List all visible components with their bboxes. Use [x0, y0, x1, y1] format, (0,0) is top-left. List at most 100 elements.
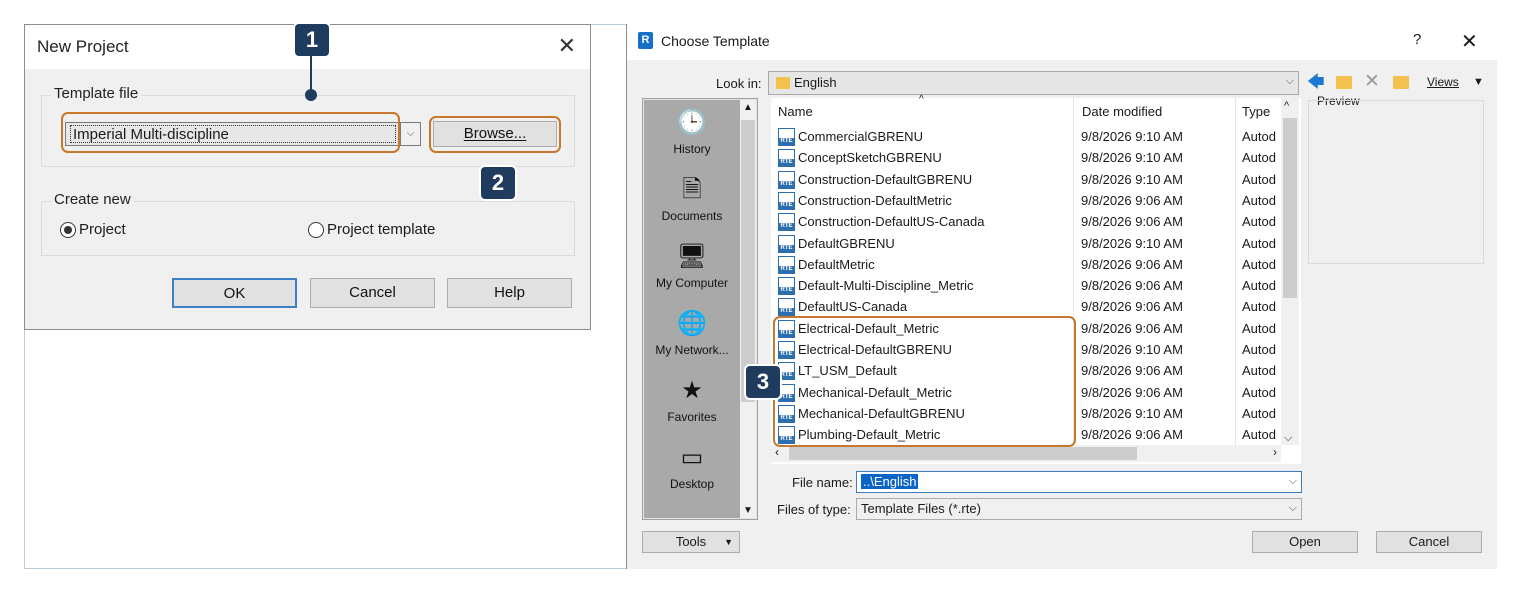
- scroll-right-icon[interactable]: ›: [1273, 445, 1277, 459]
- help-button[interactable]: Help: [447, 278, 572, 308]
- places-bar: 🕒 History 🗎 Documents 🖥 My Computer 🌐 My…: [642, 98, 758, 520]
- column-date[interactable]: Date modified: [1082, 104, 1162, 119]
- rte-file-icon: [778, 149, 795, 168]
- place-my-network[interactable]: 🌐 My Network...: [644, 309, 740, 357]
- file-name-input[interactable]: ..\English ⌵: [856, 471, 1302, 493]
- place-favorites[interactable]: ★ Favorites: [644, 376, 740, 424]
- file-date: 9/8/2026 9:06 AM: [1081, 363, 1183, 379]
- radio-project-template[interactable]: Project template: [308, 221, 435, 238]
- file-row[interactable]: DefaultGBRENU 9/8/2026 9:10 AM Autod: [771, 233, 1281, 254]
- file-row[interactable]: DefaultUS-Canada 9/8/2026 9:06 AM Autod: [771, 296, 1281, 317]
- history-icon: 🕒: [677, 109, 707, 136]
- scroll-up-icon[interactable]: ^: [1284, 100, 1289, 112]
- sort-ascending-icon: ^: [919, 94, 924, 105]
- radio-project[interactable]: Project: [60, 221, 126, 238]
- cancel-button[interactable]: Cancel: [1376, 531, 1482, 553]
- rte-file-icon: [778, 128, 795, 146]
- file-type: Autod: [1242, 256, 1276, 272]
- preview-box: [1308, 100, 1484, 264]
- place-desktop[interactable]: ▭ Desktop: [644, 443, 740, 491]
- open-button[interactable]: Open: [1252, 531, 1358, 553]
- file-type: Autod: [1242, 171, 1276, 187]
- cancel-button[interactable]: Cancel: [310, 278, 435, 308]
- template-file-label: Template file: [51, 85, 142, 102]
- file-name: Construction-DefaultMetric: [798, 192, 952, 208]
- file-row[interactable]: Default-Multi-Discipline_Metric 9/8/2026 …: [771, 275, 1281, 296]
- desktop-icon: ▭: [680, 444, 704, 471]
- ok-button[interactable]: OK: [172, 278, 297, 308]
- files-of-type-select[interactable]: Template Files (*.rte) ⌵: [856, 498, 1302, 520]
- file-type: Autod: [1242, 192, 1276, 208]
- file-type: Autod: [1242, 129, 1276, 144]
- documents-icon: 🗎: [682, 176, 702, 203]
- places-scrollbar[interactable]: ▲ ▼: [740, 100, 756, 518]
- column-type[interactable]: Type: [1242, 104, 1270, 119]
- file-date: 9/8/2026 9:06 AM: [1081, 278, 1183, 294]
- network-icon: 🌐: [677, 310, 707, 337]
- places-list: 🕒 History 🗎 Documents 🖥 My Computer 🌐 My…: [644, 100, 740, 518]
- scroll-thumb[interactable]: [1283, 118, 1297, 298]
- file-name: DefaultGBRENU: [798, 235, 895, 251]
- place-documents[interactable]: 🗎 Documents: [644, 175, 740, 223]
- callout-dot: [305, 89, 317, 101]
- file-date: 9/8/2026 9:06 AM: [1081, 214, 1183, 230]
- file-row[interactable]: DefaultMetric 9/8/2026 9:06 AM Autod: [771, 254, 1281, 275]
- file-date: 9/8/2026 9:10 AM: [1081, 235, 1183, 251]
- views-dropdown-icon[interactable]: ▼: [1473, 72, 1484, 92]
- close-icon[interactable]: ✕: [558, 35, 576, 57]
- scroll-thumb[interactable]: [789, 447, 1137, 460]
- new-project-title: New Project: [37, 37, 129, 56]
- scroll-left-icon[interactable]: ‹: [775, 445, 779, 459]
- rte-file-icon: [778, 191, 795, 210]
- place-history[interactable]: 🕒 History: [644, 108, 740, 156]
- place-label: My Network...: [655, 343, 729, 357]
- scroll-up-icon[interactable]: ▲: [743, 102, 753, 113]
- chevron-down-icon[interactable]: ⌵: [1289, 502, 1297, 515]
- computer-icon: 🖥: [676, 243, 708, 270]
- file-row[interactable]: CommercialGBRENU 9/8/2026 9:10 AM Autod: [771, 126, 1281, 147]
- files-of-type-label: Files of type:: [777, 502, 851, 517]
- radio-project-label: Project: [79, 221, 126, 238]
- callout-badge-2: 2: [481, 167, 515, 199]
- file-type: Autod: [1242, 427, 1276, 443]
- back-arrow-icon[interactable]: 🡄: [1307, 72, 1325, 92]
- chevron-down-icon[interactable]: ⌵: [1289, 475, 1297, 488]
- look-in-label: Look in:: [716, 76, 762, 91]
- file-row[interactable]: ConceptSketchGBRENU 9/8/2026 9:10 AM Autod: [771, 147, 1281, 168]
- delete-icon[interactable]: ✕: [1364, 72, 1380, 92]
- file-row[interactable]: Construction-DefaultGBRENU 9/8/2026 9:10 …: [771, 169, 1281, 190]
- file-type: Autod: [1242, 405, 1276, 421]
- file-list-vscrollbar[interactable]: ^ ⌵: [1281, 98, 1299, 445]
- callout-badge-3: 3: [746, 366, 780, 398]
- dropdown-arrow-icon: ▼: [724, 537, 733, 547]
- file-row[interactable]: Construction-DefaultMetric 9/8/2026 9:06 …: [771, 190, 1281, 211]
- column-name[interactable]: Name: [778, 104, 813, 119]
- scroll-down-icon[interactable]: ⌵: [1284, 432, 1292, 445]
- scroll-down-icon[interactable]: ▼: [743, 505, 753, 516]
- file-row[interactable]: Construction-DefaultUS-Canada 9/8/2026 9:…: [771, 211, 1281, 232]
- radio-project-template-label: Project template: [327, 221, 436, 238]
- file-name: Construction-DefaultGBRENU: [798, 171, 973, 187]
- file-name-value: ..\English: [861, 474, 919, 489]
- rte-file-icon: [778, 277, 795, 296]
- close-icon[interactable]: ✕: [1461, 29, 1478, 54]
- views-label[interactable]: Views: [1427, 72, 1459, 92]
- callout-line: [310, 56, 312, 92]
- chevron-down-icon[interactable]: ⌵: [401, 122, 421, 146]
- file-list-hscrollbar[interactable]: ‹ ›: [771, 445, 1281, 462]
- look-in-value: English: [794, 75, 837, 90]
- file-date: 9/8/2026 9:10 AM: [1081, 171, 1183, 187]
- place-label: My Computer: [655, 276, 729, 290]
- scroll-thumb[interactable]: [741, 120, 755, 402]
- file-type: Autod: [1242, 150, 1276, 166]
- chevron-down-icon[interactable]: ⌵: [1286, 75, 1294, 88]
- look-in-combo[interactable]: English ⌵: [768, 71, 1299, 95]
- help-icon[interactable]: ?: [1413, 31, 1421, 48]
- file-name: Default-Multi-Discipline_Metric: [798, 278, 974, 294]
- tools-button[interactable]: Tools ▼: [642, 531, 740, 553]
- place-label: History: [673, 142, 711, 156]
- tools-label: Tools: [675, 534, 707, 549]
- place-my-computer[interactable]: 🖥 My Computer: [644, 242, 740, 290]
- place-label: Favorites: [667, 410, 717, 424]
- file-type: Autod: [1242, 235, 1276, 251]
